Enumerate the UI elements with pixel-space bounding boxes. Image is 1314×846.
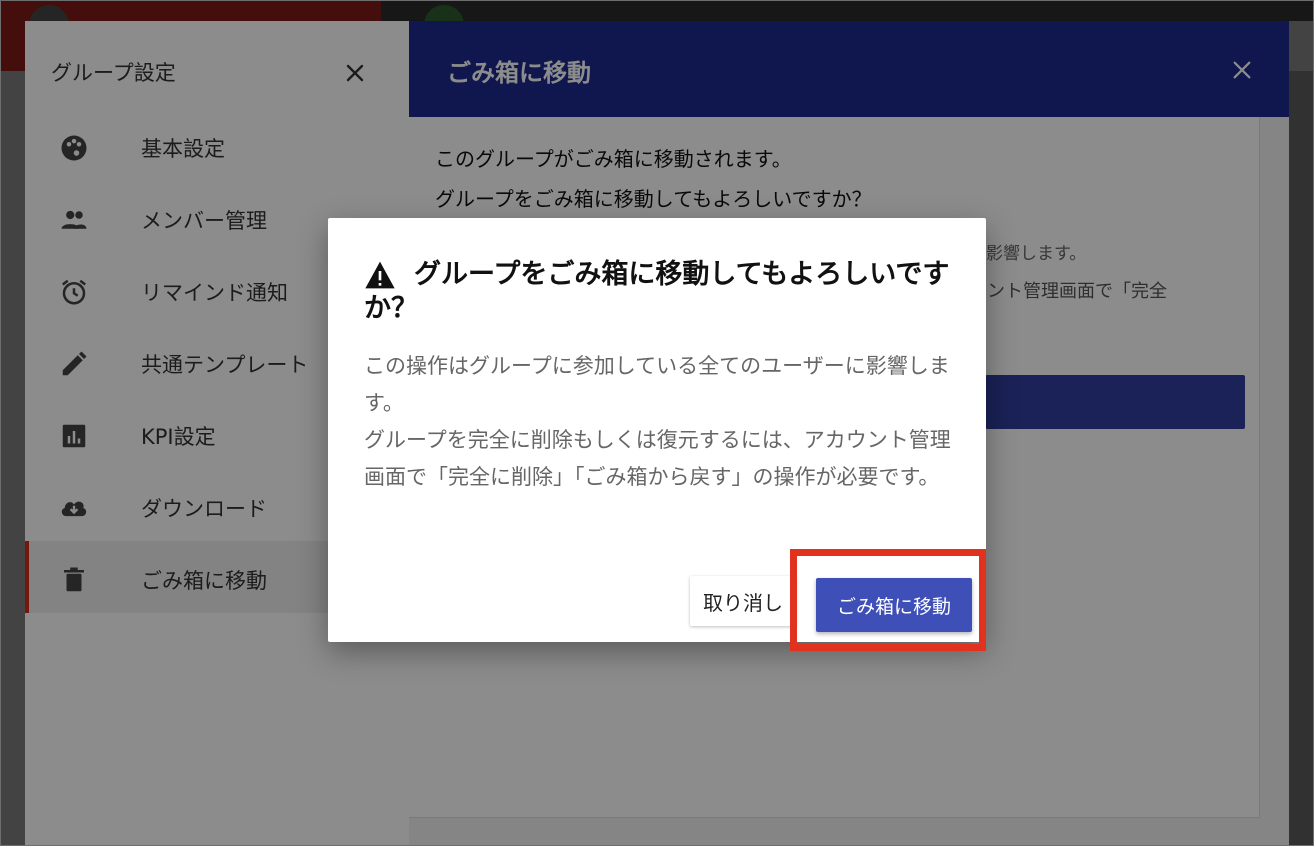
dialog-title-row: グループをごみ箱に移動してもよろしいですか？ xyxy=(364,258,954,326)
dialog-title: グループをごみ箱に移動してもよろしいですか？ xyxy=(364,259,950,324)
confirm-dialog: グループをごみ箱に移動してもよろしいですか？ この操作はグループに参加している全… xyxy=(328,218,986,642)
confirm-move-to-trash-button[interactable]: ごみ箱に移動 xyxy=(816,578,972,632)
cancel-button[interactable]: 取り消し xyxy=(690,576,796,626)
dialog-actions: 取り消し ごみ箱に移動 xyxy=(328,570,986,632)
warning-icon xyxy=(365,261,395,289)
dialog-message: この操作はグループに参加している全てのユーザーに影響します。 グループを完全に削… xyxy=(364,354,951,489)
